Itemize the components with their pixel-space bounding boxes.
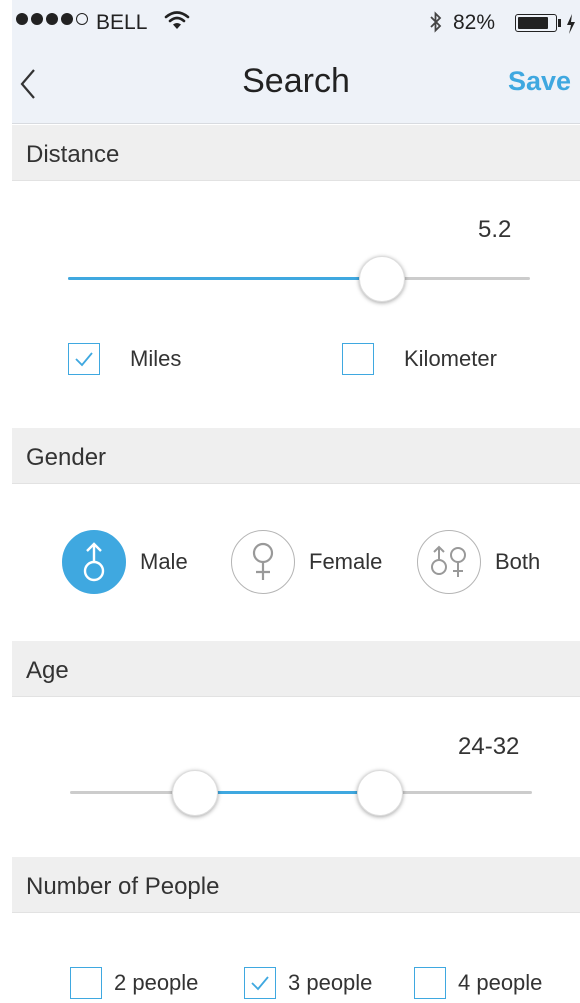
- both-genders-icon[interactable]: [417, 530, 481, 594]
- miles-label: Miles: [130, 346, 182, 371]
- checkmark-icon: [251, 976, 269, 991]
- female-label: Female: [309, 549, 383, 574]
- kilometer-checkbox-box[interactable]: [342, 343, 374, 375]
- miles-checkbox[interactable]: Miles: [68, 343, 181, 375]
- bluetooth-icon: [430, 11, 442, 33]
- carrier-name: BELL: [96, 11, 148, 34]
- gender-option-both[interactable]: Both: [417, 530, 540, 594]
- navigation-bar: Search Save: [12, 44, 580, 124]
- miles-checkbox-box[interactable]: [68, 343, 100, 375]
- page-title: Search: [242, 62, 350, 100]
- top-bar: BELL 82% Search Save: [12, 0, 580, 124]
- battery-percent: 82%: [453, 11, 496, 34]
- signal-strength-icon: [16, 13, 88, 25]
- age-max-thumb[interactable]: [356, 770, 403, 816]
- kilometer-checkbox[interactable]: Kilometer: [342, 343, 497, 375]
- age-slider-fill: [194, 791, 380, 794]
- two-people-checkbox-box[interactable]: [70, 967, 102, 999]
- three-people-label: 3 people: [288, 970, 373, 995]
- both-label: Both: [495, 549, 541, 574]
- three-people-checkbox[interactable]: 3 people: [244, 967, 372, 999]
- two-people-checkbox[interactable]: 2 people: [70, 967, 198, 999]
- wifi-icon: [164, 11, 190, 29]
- distance-section-header: Distance: [12, 125, 580, 181]
- battery-icon: [515, 14, 557, 32]
- four-people-label: 4 people: [458, 970, 543, 995]
- age-value: 24-32: [458, 733, 520, 760]
- gender-option-female[interactable]: Female: [231, 530, 382, 594]
- checkmark-icon: [75, 352, 93, 367]
- age-section-header: Age: [12, 641, 580, 697]
- kilometer-label: Kilometer: [404, 346, 497, 371]
- four-people-checkbox-box[interactable]: [414, 967, 446, 999]
- search-screen: BELL 82% Search Save Distance 5.2 Miles …: [12, 0, 580, 1003]
- four-people-checkbox[interactable]: 4 people: [414, 967, 542, 999]
- battery-nub: [558, 19, 561, 27]
- gender-section-header: Gender: [12, 428, 580, 484]
- distance-slider-fill: [68, 277, 383, 280]
- charging-icon: [567, 14, 575, 34]
- people-section-header: Number of People: [12, 857, 580, 913]
- male-icon[interactable]: [62, 530, 126, 594]
- gender-option-male[interactable]: Male: [62, 530, 188, 594]
- distance-value: 5.2: [478, 216, 512, 243]
- two-people-label: 2 people: [114, 970, 199, 995]
- female-icon[interactable]: [231, 530, 295, 594]
- status-bar: BELL 82%: [12, 0, 580, 44]
- three-people-checkbox-box[interactable]: [244, 967, 276, 999]
- distance-slider-thumb[interactable]: [359, 256, 406, 302]
- age-min-thumb[interactable]: [171, 770, 218, 816]
- save-button[interactable]: Save: [508, 66, 571, 97]
- battery-level: [518, 17, 548, 29]
- male-label: Male: [140, 549, 188, 574]
